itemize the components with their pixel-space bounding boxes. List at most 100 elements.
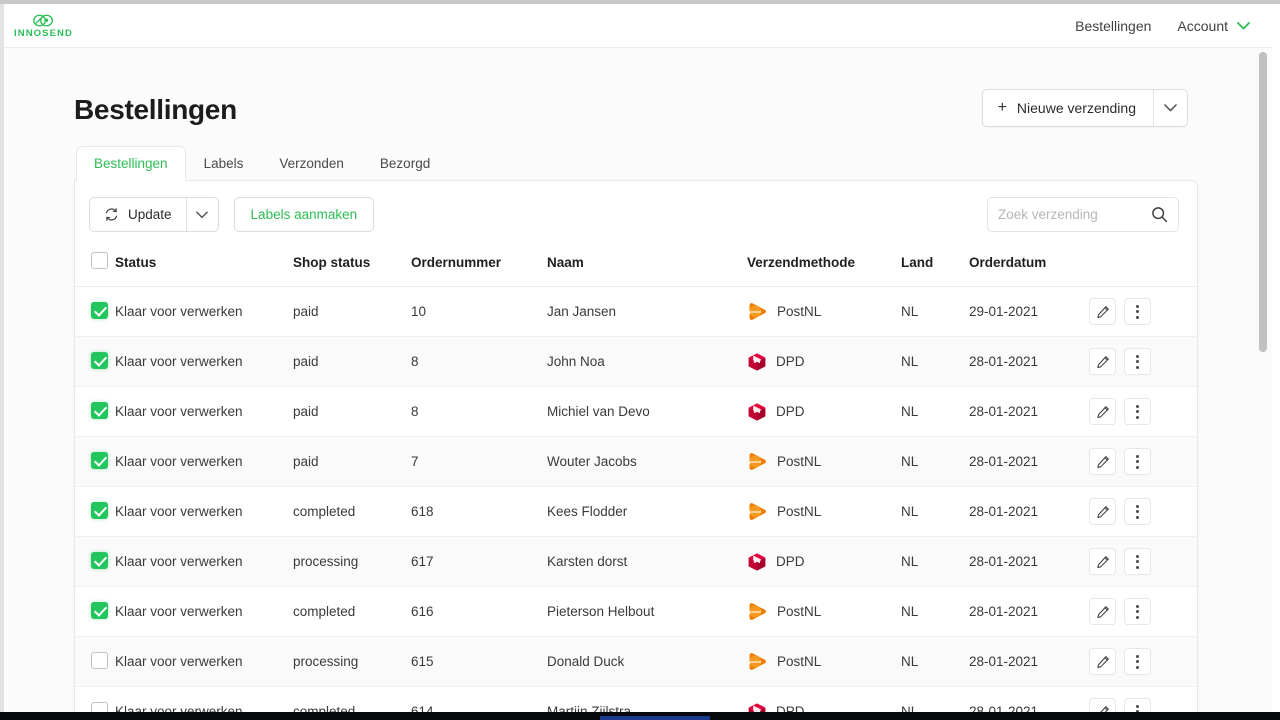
create-labels-button[interactable]: Labels aanmaken: [234, 197, 375, 232]
dpd-logo-icon: [747, 702, 767, 713]
table-row[interactable]: Klaar voor verwerkencompleted616Pieterso…: [75, 587, 1198, 637]
carrier-name: DPD: [776, 354, 805, 369]
carrier-wrap: postnlPostNL: [747, 602, 901, 621]
orders-card: Update Labels aanmaken: [74, 180, 1198, 712]
table-row[interactable]: Klaar voor verwerkencompleted618Kees Flo…: [75, 487, 1198, 537]
cell-ordernummer: 614: [411, 687, 547, 713]
table-row[interactable]: Klaar voor verwerkencompleted614Martijn …: [75, 687, 1198, 713]
edit-button[interactable]: [1089, 298, 1116, 325]
cell-verzendmethode: postnlPostNL: [747, 437, 901, 487]
edit-button[interactable]: [1089, 398, 1116, 425]
cell-actions: [1089, 487, 1198, 537]
svg-text:postnl: postnl: [749, 459, 761, 464]
new-shipment-dropdown-toggle[interactable]: [1153, 90, 1187, 126]
carrier-name: PostNL: [777, 504, 821, 519]
orders-table-head: Status Shop status Ordernummer Naam Verz…: [75, 246, 1198, 287]
edit-button[interactable]: [1089, 548, 1116, 575]
row-checkbox[interactable]: [91, 352, 108, 369]
tab-bestellingen[interactable]: Bestellingen: [76, 146, 186, 181]
row-checkbox[interactable]: [91, 602, 108, 619]
table-row[interactable]: Klaar voor verwerkenprocessing617Karsten…: [75, 537, 1198, 587]
cell-naam: John Noa: [547, 337, 747, 387]
cell-land: NL: [901, 287, 969, 337]
row-more-menu-button[interactable]: [1124, 498, 1151, 525]
tab-labels[interactable]: Labels: [186, 146, 262, 181]
dpd-logo-icon: [747, 552, 767, 572]
pencil-icon: [1096, 305, 1110, 319]
row-checkbox[interactable]: [91, 552, 108, 569]
tab-bezorgd[interactable]: Bezorgd: [362, 146, 448, 181]
new-shipment-button[interactable]: + Nieuwe verzending: [983, 90, 1153, 126]
cell-land: NL: [901, 437, 969, 487]
cell-actions: [1089, 387, 1198, 437]
cell-verzendmethode: postnlPostNL: [747, 637, 901, 687]
cell-orderdatum: 28-01-2021: [969, 687, 1089, 713]
cell-status: Klaar voor verwerken: [115, 387, 293, 437]
row-checkbox[interactable]: [91, 402, 108, 419]
cell-orderdatum: 28-01-2021: [969, 487, 1089, 537]
row-more-menu-button[interactable]: [1124, 598, 1151, 625]
row-more-menu-button[interactable]: [1124, 648, 1151, 675]
table-row[interactable]: Klaar voor verwerkenpaid8John NoaDPDNL28…: [75, 337, 1198, 387]
edit-button[interactable]: [1089, 648, 1116, 675]
update-button[interactable]: Update: [90, 198, 186, 231]
edit-button[interactable]: [1089, 598, 1116, 625]
cell-verzendmethode: DPD: [747, 537, 901, 587]
cell-verzendmethode: postnlPostNL: [747, 587, 901, 637]
row-checkbox[interactable]: [91, 452, 108, 469]
column-header-shop-status[interactable]: Shop status: [293, 246, 411, 287]
row-more-menu-button[interactable]: [1124, 698, 1151, 712]
cell-status: Klaar voor verwerken: [115, 537, 293, 587]
column-header-orderdatum[interactable]: Orderdatum: [969, 246, 1089, 287]
chevron-down-icon: [1237, 22, 1250, 30]
column-header-ordernummer[interactable]: Ordernummer: [411, 246, 547, 287]
table-row[interactable]: Klaar voor verwerkenprocessing615Donald …: [75, 637, 1198, 687]
row-more-menu-button[interactable]: [1124, 448, 1151, 475]
nav-account-menu[interactable]: Account: [1177, 18, 1250, 34]
kebab-menu-icon: [1136, 455, 1139, 469]
top-nav-links: Bestellingen Account: [1075, 18, 1250, 34]
dpd-logo-icon: [747, 402, 767, 422]
row-checkbox[interactable]: [91, 702, 108, 713]
table-row[interactable]: Klaar voor verwerkenpaid8Michiel van Dev…: [75, 387, 1198, 437]
page-scrollbar-thumb[interactable]: [1259, 52, 1267, 352]
kebab-menu-icon: [1136, 605, 1139, 619]
innosend-logo[interactable]: INNOSEND: [14, 13, 73, 39]
column-header-verzendmethode[interactable]: Verzendmethode: [747, 246, 901, 287]
cell-shop-status: processing: [293, 537, 411, 587]
nav-link-bestellingen[interactable]: Bestellingen: [1075, 18, 1151, 34]
row-checkbox[interactable]: [91, 652, 108, 669]
row-checkbox[interactable]: [91, 502, 108, 519]
row-more-menu-button[interactable]: [1124, 298, 1151, 325]
cell-actions: [1089, 287, 1198, 337]
row-checkbox[interactable]: [91, 302, 108, 319]
new-shipment-button-group: + Nieuwe verzending: [982, 89, 1188, 127]
cell-naam: Jan Jansen: [547, 287, 747, 337]
table-row[interactable]: Klaar voor verwerkenpaid10Jan Jansenpost…: [75, 287, 1198, 337]
kebab-menu-icon: [1136, 405, 1139, 419]
cell-verzendmethode: postnlPostNL: [747, 287, 901, 337]
table-row[interactable]: Klaar voor verwerkenpaid7Wouter Jacobspo…: [75, 437, 1198, 487]
row-more-menu-button[interactable]: [1124, 398, 1151, 425]
column-header-status[interactable]: Status: [115, 246, 293, 287]
column-header-land[interactable]: Land: [901, 246, 969, 287]
edit-button[interactable]: [1089, 348, 1116, 375]
edit-button[interactable]: [1089, 448, 1116, 475]
edit-button[interactable]: [1089, 498, 1116, 525]
row-select-cell: [75, 437, 115, 487]
edit-button[interactable]: [1089, 698, 1116, 712]
search-input[interactable]: [988, 198, 1140, 231]
search-button[interactable]: [1140, 198, 1178, 231]
column-header-naam[interactable]: Naam: [547, 246, 747, 287]
row-more-menu-button[interactable]: [1124, 348, 1151, 375]
cell-land: NL: [901, 637, 969, 687]
carrier-name: DPD: [776, 704, 805, 712]
carrier-wrap: postnlPostNL: [747, 452, 901, 471]
row-more-menu-button[interactable]: [1124, 548, 1151, 575]
cell-orderdatum: 28-01-2021: [969, 437, 1089, 487]
update-dropdown-toggle[interactable]: [186, 198, 218, 231]
cell-verzendmethode: DPD: [747, 387, 901, 437]
tab-verzonden[interactable]: Verzonden: [261, 146, 362, 181]
select-all-checkbox[interactable]: [91, 252, 108, 269]
cell-naam: Kees Flodder: [547, 487, 747, 537]
